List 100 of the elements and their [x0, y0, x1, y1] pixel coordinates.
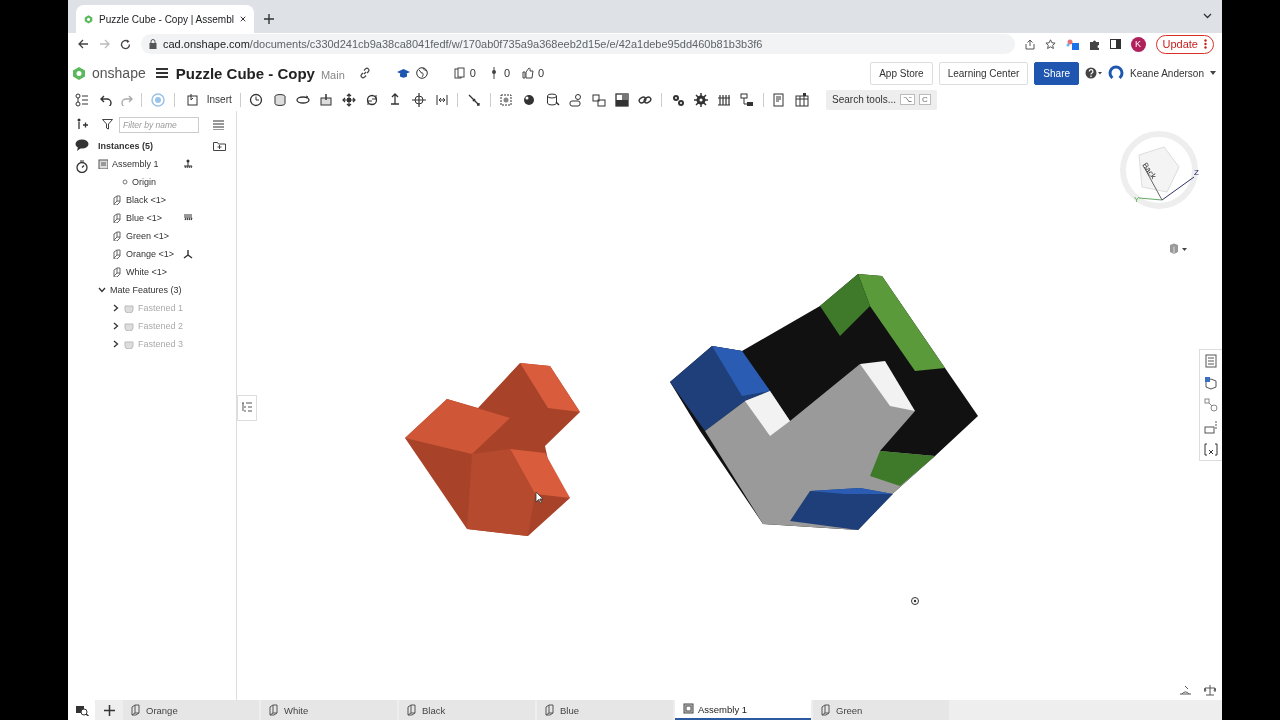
chevron-right-icon[interactable] [112, 303, 120, 312]
axis-label: Y [1134, 194, 1140, 204]
document-tab[interactable]: White [261, 700, 397, 720]
tree-toggle-icon[interactable] [241, 400, 253, 413]
back-icon[interactable] [78, 39, 89, 49]
caret-icon[interactable] [1210, 71, 1216, 76]
new-folder-icon[interactable] [213, 140, 226, 151]
user-menu[interactable]: Keane Anderson [1130, 67, 1204, 79]
gear-icon[interactable] [693, 92, 708, 107]
timer-icon[interactable] [75, 159, 88, 173]
document-tab[interactable]: Black [399, 700, 535, 720]
flow-diagram-icon[interactable] [740, 92, 755, 107]
clock-icon[interactable] [249, 92, 264, 107]
new-tab-icon[interactable] [264, 14, 274, 24]
slider-block-icon[interactable] [318, 92, 333, 107]
undo-icon[interactable] [99, 93, 112, 106]
learning-center-button[interactable]: Learning Center [938, 61, 1029, 85]
thumbs-up-icon[interactable] [522, 67, 534, 80]
group-icon[interactable] [568, 92, 583, 107]
rack-icon[interactable] [716, 92, 731, 107]
table-icon[interactable] [795, 92, 810, 107]
linked-parts-icon[interactable] [592, 92, 606, 107]
chevron-right-icon[interactable] [112, 339, 120, 348]
fixed-icon[interactable] [183, 212, 193, 223]
versions-icon[interactable] [453, 67, 466, 80]
l-shaped-block-drawing[interactable] [405, 362, 580, 536]
gears-icon[interactable] [670, 92, 685, 107]
fastened-mate-icon [124, 320, 134, 331]
part-icon [112, 194, 122, 205]
filter-field[interactable]: Filter by name [119, 116, 199, 133]
star-icon[interactable] [1044, 38, 1056, 50]
cylinder-icon[interactable] [272, 92, 287, 107]
document-tab[interactable]: Green [813, 700, 949, 720]
drawing-tools-icon[interactable] [1179, 684, 1192, 696]
tree-item[interactable]: Black <1> [126, 194, 167, 205]
parallel-icon[interactable] [434, 92, 449, 107]
view-mode-icon[interactable] [1168, 242, 1188, 255]
tree-item[interactable]: Assembly 1 [112, 158, 159, 169]
triad-icon[interactable] [183, 248, 193, 259]
document-title[interactable]: Puzzle Cube - Copy [175, 64, 315, 82]
branch-label: Main [320, 68, 345, 81]
address-bar[interactable]: cad.onshape.com/documents/c330d241cb9a38ca8041fedf/w/170ab0f735a9a368eeb2d15e/e/42a1debe95dd460b81b3b3f6 [141, 34, 1015, 54]
list-icon[interactable] [213, 119, 224, 130]
part-studio-icon [821, 704, 832, 717]
ball-icon[interactable] [522, 92, 537, 107]
extension-badge-icon[interactable] [1065, 38, 1079, 50]
user-avatar-icon[interactable] [1108, 65, 1125, 82]
document-tab[interactable]: Blue [537, 700, 673, 720]
count-label: 0 [538, 67, 545, 80]
part-studio-icon [407, 704, 418, 717]
document-tab[interactable]: Assembly 1 [675, 700, 811, 720]
puzzle-cube-drawing[interactable] [670, 273, 978, 530]
tree-item[interactable]: White <1> [126, 266, 168, 277]
search-tools-field[interactable]: Search tools... ⌥ C [826, 89, 937, 110]
crosshair-arrows-icon[interactable] [411, 92, 426, 107]
sidebar-icon[interactable] [1109, 39, 1121, 49]
part-studio-icon [269, 704, 280, 717]
search-placeholder: Search tools... [832, 94, 896, 106]
mate-connector-icon[interactable] [75, 116, 88, 130]
chevron-down-icon[interactable] [1203, 13, 1212, 19]
tree-item[interactable]: Green <1> [126, 230, 170, 241]
link-icon[interactable] [358, 67, 371, 80]
tree-item[interactable]: Mate Features (3) [110, 284, 182, 295]
move-arrows-icon[interactable] [342, 92, 357, 107]
tree-item[interactable]: Origin [132, 176, 156, 187]
add-tab-icon[interactable] [103, 704, 115, 716]
reload-icon[interactable] [120, 38, 131, 50]
profile-avatar[interactable]: K [1130, 36, 1146, 52]
document-tab[interactable]: Orange [123, 700, 259, 720]
tree-item[interactable]: Blue <1> [126, 212, 163, 223]
chevron-down-icon[interactable] [98, 285, 106, 294]
help-icon[interactable] [1085, 67, 1103, 80]
share-icon[interactable] [1024, 38, 1035, 50]
axis-label: Z [1194, 167, 1199, 177]
rotate-arrows-icon[interactable] [365, 92, 380, 107]
tree-item[interactable]: Orange <1> [126, 248, 175, 259]
chevron-right-icon[interactable] [112, 321, 120, 330]
ground-icon[interactable] [183, 158, 193, 169]
feature-list-icon[interactable] [74, 92, 89, 107]
view-cube-icon[interactable] [1138, 146, 1180, 192]
comment-icon[interactable] [74, 138, 89, 151]
puzzle-icon[interactable] [1088, 38, 1100, 50]
filter-icon[interactable] [102, 119, 113, 130]
globe-icon[interactable] [415, 67, 428, 80]
insert-button[interactable]: Insert [178, 93, 236, 106]
frame-icon[interactable] [499, 92, 514, 107]
browser-tab[interactable]: Puzzle Cube - Copy | Assembl [76, 5, 254, 33]
balance-icon[interactable] [1204, 684, 1216, 697]
report-icon[interactable] [772, 92, 787, 107]
kebab-icon [1204, 39, 1207, 49]
close-icon[interactable] [239, 15, 246, 23]
share-button[interactable]: Share [1034, 61, 1080, 85]
menu-icon[interactable] [155, 68, 168, 79]
search-tabs-icon[interactable] [74, 704, 89, 717]
app-store-button[interactable]: App Store [870, 61, 933, 85]
graduation-cap-icon[interactable] [396, 67, 410, 79]
half-filled-square-icon[interactable] [615, 92, 630, 107]
update-button[interactable]: Update [1155, 34, 1214, 54]
database-icon[interactable] [545, 92, 560, 107]
tangent-icon[interactable] [467, 92, 482, 107]
